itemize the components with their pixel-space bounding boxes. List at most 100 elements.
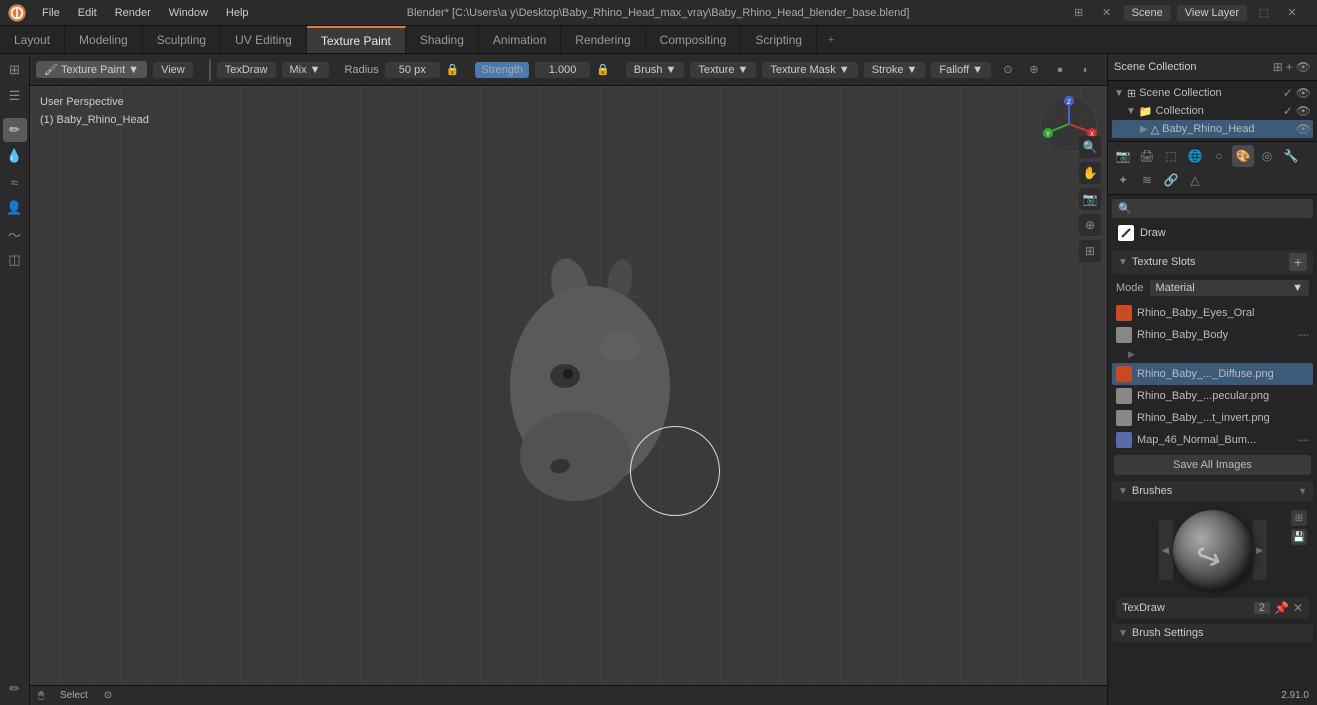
tab-texture-paint[interactable]: Texture Paint: [307, 26, 406, 53]
brushes-expand-btn[interactable]: ▼: [1176, 484, 1307, 498]
fullscreen-icon[interactable]: ⬚: [1253, 2, 1275, 24]
texture-slot-expand[interactable]: ▶: [1112, 346, 1313, 363]
brush-close-icon[interactable]: ✕: [1293, 601, 1303, 615]
smear-tool-btn[interactable]: 〜: [3, 222, 27, 246]
brush-prev-btn[interactable]: ◀: [1159, 520, 1173, 580]
add-texture-slot-btn[interactable]: +: [1289, 253, 1307, 271]
constraint-props-tab[interactable]: 🔗: [1160, 169, 1182, 191]
texture-paint-mode-btn[interactable]: 🖌 Texture Paint ▼: [36, 61, 147, 78]
menu-render[interactable]: Render: [107, 5, 159, 21]
texture-mask-btn[interactable]: Texture Mask▼: [762, 62, 857, 78]
properties-search[interactable]: [1136, 203, 1307, 215]
brush-settings-btn[interactable]: Brush▼: [626, 62, 685, 78]
header-toggle[interactable]: ☰: [3, 84, 27, 108]
brush-grid-view-btn[interactable]: ⊞: [1291, 510, 1307, 526]
save-all-images-btn[interactable]: Save All Images: [1114, 455, 1311, 475]
view-layer-props-tab[interactable]: ⬚: [1160, 145, 1182, 167]
workspace-icon[interactable]: ⊞: [1068, 2, 1090, 24]
texture-slot-5[interactable]: Rhino_Baby_...t_invert.png: [1112, 407, 1313, 429]
collection-visibility[interactable]: ✓: [1283, 104, 1293, 118]
tab-shading[interactable]: Shading: [406, 26, 479, 53]
menu-edit[interactable]: Edit: [70, 5, 105, 21]
orbit-btn[interactable]: ⊕: [1079, 214, 1101, 236]
zoom-in-btn[interactable]: 🔍: [1079, 136, 1101, 158]
texture-slot-4[interactable]: Rhino_Baby_...pecular.png: [1112, 385, 1313, 407]
menu-window[interactable]: Window: [161, 5, 216, 21]
mask-tool-btn[interactable]: ◫: [3, 248, 27, 272]
object-props-tab[interactable]: ◎: [1256, 145, 1278, 167]
radius-input[interactable]: [385, 62, 440, 78]
blend-mode-btn[interactable]: Mix ▼: [282, 62, 329, 78]
output-props-tab[interactable]: 🖨: [1136, 145, 1158, 167]
tab-rendering[interactable]: Rendering: [561, 26, 645, 53]
camera-btn[interactable]: 📷: [1079, 188, 1101, 210]
brushes-header[interactable]: ▼ Brushes ▼: [1112, 481, 1313, 501]
clone-tool-btn[interactable]: 👤: [3, 196, 27, 220]
texture-btn[interactable]: Texture▼: [690, 62, 756, 78]
3d-viewport[interactable]: User Perspective (1) Baby_Rhino_Head Z X: [30, 86, 1107, 685]
texture-slot-3[interactable]: Rhino_Baby_..._Diffuse.png: [1112, 363, 1313, 385]
collection-item[interactable]: ▼ 📁 Collection ✓ 👁: [1112, 102, 1313, 120]
tab-scripting[interactable]: Scripting: [741, 26, 817, 53]
add-collection-icon[interactable]: +: [1286, 60, 1293, 74]
gizmo-icon[interactable]: ⊕: [1023, 59, 1045, 81]
grid-toggle-btn[interactable]: ⊞: [1079, 240, 1101, 262]
stroke-btn[interactable]: Stroke▼: [864, 62, 926, 78]
smooth-tool-btn[interactable]: ≈: [3, 170, 27, 194]
menu-help[interactable]: Help: [218, 5, 257, 21]
tab-layout[interactable]: Layout: [0, 26, 65, 53]
data-props-tab[interactable]: △: [1184, 169, 1206, 191]
tab-uv-editing[interactable]: UV Editing: [221, 26, 307, 53]
object-eye[interactable]: 👁: [1296, 122, 1311, 136]
viewport-shading-icon[interactable]: ●: [1049, 59, 1071, 81]
fill-tool-btn[interactable]: 💧: [3, 144, 27, 168]
render-props-tab[interactable]: 📷: [1112, 145, 1134, 167]
eye-icon[interactable]: 👁: [1296, 60, 1311, 74]
foreground-color[interactable]: [209, 59, 211, 81]
scene-collection-item[interactable]: ▼ ⊞ Scene Collection ✓ 👁: [1112, 84, 1313, 102]
world-props-tab[interactable]: ○: [1208, 145, 1230, 167]
brush-save-btn[interactable]: 💾: [1291, 529, 1307, 545]
falloff-btn[interactable]: Falloff▼: [931, 62, 991, 78]
mode-selector[interactable]: Material ▼: [1150, 280, 1309, 296]
tab-animation[interactable]: Animation: [479, 26, 561, 53]
radius-lock-icon[interactable]: 🔒: [446, 59, 460, 81]
scene-selector[interactable]: Scene: [1124, 5, 1171, 21]
particle-props-tab[interactable]: ✦: [1112, 169, 1134, 191]
tab-modeling[interactable]: Modeling: [65, 26, 143, 53]
texture-slot-1[interactable]: Rhino_Baby_Body ••••: [1112, 324, 1313, 346]
add-tab-button[interactable]: +: [817, 26, 845, 53]
eye-toggle[interactable]: 👁: [1296, 86, 1311, 100]
tab-compositing[interactable]: Compositing: [646, 26, 742, 53]
brush-next-btn[interactable]: ▶: [1253, 520, 1267, 580]
filter-icon[interactable]: ⊞: [1273, 60, 1283, 74]
tab-sculpting[interactable]: Sculpting: [143, 26, 221, 53]
workspace-close[interactable]: ✕: [1096, 2, 1118, 24]
strength-lock-icon[interactable]: 🔒: [596, 59, 610, 81]
brush-settings-header[interactable]: ▼ Brush Settings: [1112, 624, 1313, 642]
scene-props-tab[interactable]: 🌐: [1184, 145, 1206, 167]
texture-slot-0[interactable]: Rhino_Baby_Eyes_Oral: [1112, 302, 1313, 324]
draw-tool-btn[interactable]: ✏: [3, 118, 27, 142]
physics-props-tab[interactable]: ≋: [1136, 169, 1158, 191]
mode-icon[interactable]: ⊞: [3, 58, 27, 82]
annotate-tool-btn[interactable]: ✏: [3, 677, 27, 701]
pan-btn[interactable]: ✋: [1079, 162, 1101, 184]
brush-settings-label: Brush Settings: [1132, 627, 1204, 639]
shading-mode-2[interactable]: ◐: [1075, 59, 1097, 81]
brush-name-btn[interactable]: TexDraw: [217, 62, 276, 78]
visibility-icon[interactable]: ✓: [1283, 86, 1293, 100]
material-props-tab[interactable]: 🎨: [1232, 145, 1254, 167]
collection-eye[interactable]: 👁: [1296, 104, 1311, 118]
strength-input[interactable]: [535, 62, 590, 78]
brush-pin-icon[interactable]: 📌: [1274, 601, 1289, 615]
close-icon[interactable]: ✕: [1281, 2, 1303, 24]
texture-slots-header[interactable]: ▼ Texture Slots +: [1112, 250, 1313, 274]
object-item[interactable]: ▶ △ Baby_Rhino_Head 👁: [1112, 120, 1313, 138]
menu-file[interactable]: File: [34, 5, 68, 21]
view-layer-selector[interactable]: View Layer: [1177, 5, 1247, 21]
view-menu-btn[interactable]: View: [153, 62, 193, 78]
modifier-props-tab[interactable]: 🔧: [1280, 145, 1302, 167]
overlay-icon[interactable]: ⊙: [997, 59, 1019, 81]
texture-slot-6[interactable]: Map_46_Normal_Bum... ••••: [1112, 429, 1313, 451]
